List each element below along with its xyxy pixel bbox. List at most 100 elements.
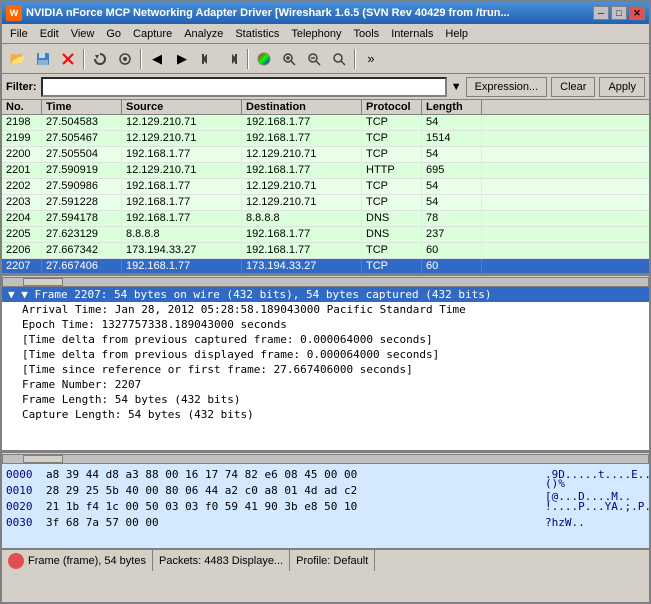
table-row[interactable]: 2205 27.623129 8.8.8.8 192.168.1.77 DNS … <box>2 227 649 243</box>
hex-offset: 0020 <box>6 500 38 513</box>
list-item[interactable]: Frame Length: 54 bytes (432 bits) <box>2 392 649 407</box>
cell-source: 192.168.1.77 <box>122 147 242 162</box>
zoom-out-button[interactable] <box>302 47 326 71</box>
hex-bytes: 28 29 25 5b 40 00 80 06 44 a2 c0 a8 01 4… <box>46 484 537 497</box>
cell-proto: TCP <box>362 147 422 162</box>
cell-dest: 8.8.8.8 <box>242 211 362 226</box>
menu-go[interactable]: Go <box>100 24 127 43</box>
header-time: Time <box>42 100 122 114</box>
minimize-button[interactable]: ─ <box>593 6 609 20</box>
cell-time: 27.590986 <box>42 179 122 194</box>
list-item[interactable]: ▼ Frame 2207: 54 bytes on wire (432 bits… <box>2 287 649 302</box>
list-item[interactable]: [Time since reference or first frame: 27… <box>2 362 649 377</box>
menu-telephony[interactable]: Telephony <box>285 24 347 43</box>
menu-edit[interactable]: Edit <box>34 24 65 43</box>
goto-first-button[interactable] <box>195 47 219 71</box>
table-row[interactable]: 2198 27.504583 12.129.210.71 192.168.1.7… <box>2 115 649 131</box>
cell-proto: TCP <box>362 115 422 130</box>
status-icon <box>8 553 24 569</box>
details-hscroll-thumb[interactable] <box>23 455 63 463</box>
menu-analyze[interactable]: Analyze <box>178 24 229 43</box>
cell-dest: 192.168.1.77 <box>242 163 362 178</box>
hscroll-thumb[interactable] <box>23 278 63 286</box>
cell-dest: 12.129.210.71 <box>242 179 362 194</box>
menu-statistics[interactable]: Statistics <box>229 24 285 43</box>
cell-dest: 192.168.1.77 <box>242 131 362 146</box>
clear-button[interactable]: Clear <box>551 77 595 97</box>
filter-input[interactable] <box>41 77 447 97</box>
hex-ascii: !....P...YA.;.P. <box>545 500 645 513</box>
menu-internals[interactable]: Internals <box>385 24 439 43</box>
cell-source: 192.168.1.77 <box>122 195 242 210</box>
packet-list[interactable]: No. Time Source Destination Protocol Len… <box>2 100 649 275</box>
cell-dest: 12.129.210.71 <box>242 147 362 162</box>
table-row[interactable]: 2206 27.667342 173.194.33.27 192.168.1.7… <box>2 243 649 259</box>
maximize-button[interactable]: □ <box>611 6 627 20</box>
filter-dropdown[interactable]: ▼ <box>451 81 462 93</box>
table-row[interactable]: 2207 27.667406 192.168.1.77 173.194.33.2… <box>2 259 649 275</box>
menu-help[interactable]: Help <box>439 24 474 43</box>
list-item[interactable]: Frame Number: 2207 <box>2 377 649 392</box>
zoom-reset-button[interactable] <box>327 47 351 71</box>
menu-file[interactable]: File <box>4 24 34 43</box>
list-item[interactable]: [Time delta from previous captured frame… <box>2 332 649 347</box>
table-row[interactable]: 2204 27.594178 192.168.1.77 8.8.8.8 DNS … <box>2 211 649 227</box>
reload-button[interactable] <box>88 47 112 71</box>
menu-capture[interactable]: Capture <box>127 24 178 43</box>
cell-source: 12.129.210.71 <box>122 163 242 178</box>
table-row[interactable]: 2202 27.590986 192.168.1.77 12.129.210.7… <box>2 179 649 195</box>
cell-source: 192.168.1.77 <box>122 211 242 226</box>
cell-time: 27.667406 <box>42 259 122 274</box>
details-hscroll[interactable] <box>2 452 649 464</box>
close-capture-button[interactable] <box>56 47 80 71</box>
menu-tools[interactable]: Tools <box>348 24 386 43</box>
open-button[interactable]: 📂 <box>6 47 30 71</box>
cell-length: 60 <box>422 259 482 274</box>
table-row[interactable]: 2200 27.505504 192.168.1.77 12.129.210.7… <box>2 147 649 163</box>
go-forward-button[interactable]: ▶ <box>170 47 194 71</box>
list-item[interactable]: Epoch Time: 1327757338.189043000 seconds <box>2 317 649 332</box>
colorize-button[interactable] <box>252 47 276 71</box>
list-item[interactable]: [Time delta from previous displayed fram… <box>2 347 649 362</box>
separator-2 <box>140 49 142 69</box>
window-title: NVIDIA nForce MCP Networking Adapter Dri… <box>26 7 593 19</box>
packets-text: Packets: 4483 Displaye... <box>159 555 283 567</box>
goto-last-button[interactable] <box>220 47 244 71</box>
cell-proto: TCP <box>362 259 422 274</box>
save-button[interactable] <box>31 47 55 71</box>
packet-list-hscroll[interactable] <box>2 275 649 287</box>
more-button[interactable]: » <box>359 47 383 71</box>
cell-length: 237 <box>422 227 482 242</box>
cell-no: 2203 <box>2 195 42 210</box>
zoom-in-button[interactable] <box>277 47 301 71</box>
details-rows: ▼ Frame 2207: 54 bytes on wire (432 bits… <box>2 287 649 422</box>
list-item: 0010 28 29 25 5b 40 00 80 06 44 a2 c0 a8… <box>6 482 645 498</box>
cell-no: 2202 <box>2 179 42 194</box>
title-bar: W NVIDIA nForce MCP Networking Adapter D… <box>2 2 649 24</box>
table-row[interactable]: 2199 27.505467 12.129.210.71 192.168.1.7… <box>2 131 649 147</box>
table-row[interactable]: 2203 27.591228 192.168.1.77 12.129.210.7… <box>2 195 649 211</box>
details-hscroll-track <box>2 454 649 464</box>
hex-bytes: a8 39 44 d8 a3 88 00 16 17 74 82 e6 08 4… <box>46 468 537 481</box>
cell-proto: TCP <box>362 131 422 146</box>
list-item[interactable]: Capture Length: 54 bytes (432 bits) <box>2 407 649 422</box>
cell-no: 2198 <box>2 115 42 130</box>
capture-options-button[interactable] <box>113 47 137 71</box>
cell-length: 60 <box>422 243 482 258</box>
status-profile: Profile: Default <box>290 550 375 571</box>
list-item[interactable]: Arrival Time: Jan 28, 2012 05:28:58.1890… <box>2 302 649 317</box>
cell-source: 8.8.8.8 <box>122 227 242 242</box>
menu-view[interactable]: View <box>65 24 101 43</box>
status-packets: Packets: 4483 Displaye... <box>153 550 290 571</box>
close-button[interactable]: ✕ <box>629 6 645 20</box>
table-row[interactable]: 2201 27.590919 12.129.210.71 192.168.1.7… <box>2 163 649 179</box>
toolbar: 📂 ◀ ▶ » <box>2 44 649 74</box>
window-controls: ─ □ ✕ <box>593 6 645 20</box>
separator-4 <box>354 49 356 69</box>
cell-time: 27.594178 <box>42 211 122 226</box>
cell-proto: DNS <box>362 227 422 242</box>
details-pane[interactable]: ▼ Frame 2207: 54 bytes on wire (432 bits… <box>2 287 649 452</box>
apply-button[interactable]: Apply <box>599 77 645 97</box>
go-back-button[interactable]: ◀ <box>145 47 169 71</box>
expression-button[interactable]: Expression... <box>466 77 548 97</box>
